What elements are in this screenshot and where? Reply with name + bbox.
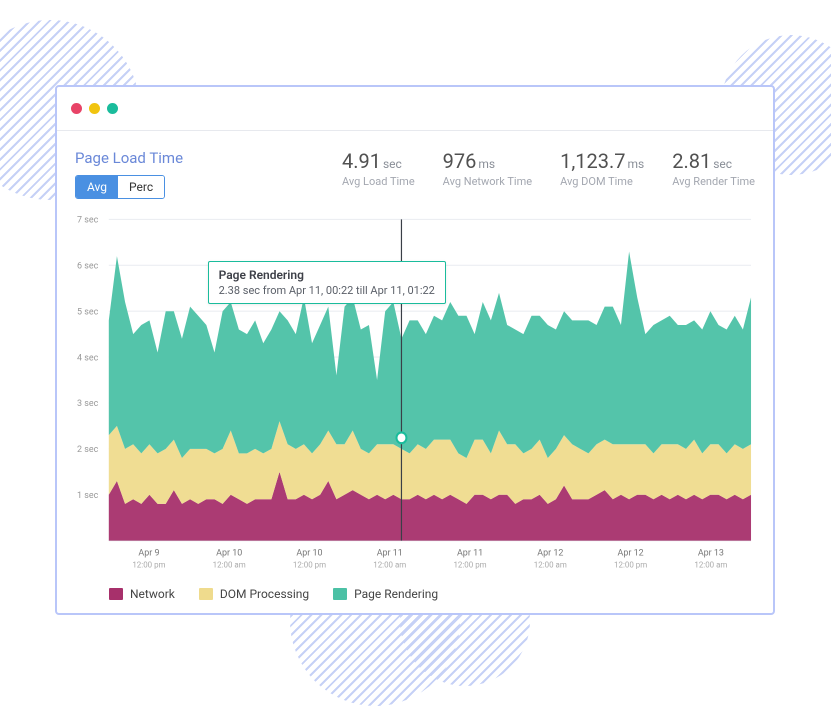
svg-text:12:00 pm: 12:00 pm bbox=[614, 560, 647, 570]
svg-text:6 sec: 6 sec bbox=[77, 260, 98, 271]
svg-text:Apr 13: Apr 13 bbox=[698, 547, 724, 558]
metric-render-time: 2.81sec Avg Render Time bbox=[672, 149, 755, 188]
chart-header: Page Load Time Avg Perc 4.91sec Avg Load… bbox=[75, 149, 755, 199]
chart-legend: Network DOM Processing Page Rendering bbox=[75, 587, 755, 601]
legend-swatch bbox=[199, 588, 213, 600]
metric-dom-time: 1,123.7ms Avg DOM Time bbox=[560, 149, 644, 188]
metrics-row: 4.91sec Avg Load Time 976ms Avg Network … bbox=[342, 149, 755, 188]
svg-text:12:00 am: 12:00 am bbox=[694, 560, 727, 570]
svg-text:Apr 12: Apr 12 bbox=[618, 547, 644, 558]
svg-text:Apr 12: Apr 12 bbox=[537, 547, 563, 558]
toggle-avg[interactable]: Avg bbox=[76, 176, 118, 198]
svg-text:Apr 11: Apr 11 bbox=[457, 547, 483, 558]
chart-tooltip: Page Rendering 2.38 sec from Apr 11, 00:… bbox=[208, 261, 446, 304]
tooltip-detail: 2.38 sec from Apr 11, 00:22 till Apr 11,… bbox=[219, 284, 435, 297]
avg-perc-toggle[interactable]: Avg Perc bbox=[75, 175, 165, 199]
svg-text:5 sec: 5 sec bbox=[77, 306, 98, 317]
svg-text:Apr 10: Apr 10 bbox=[296, 547, 322, 558]
svg-text:1 sec: 1 sec bbox=[77, 490, 98, 501]
svg-text:12:00 am: 12:00 am bbox=[373, 560, 406, 570]
legend-swatch bbox=[109, 588, 123, 600]
window-titlebar bbox=[57, 87, 773, 131]
svg-text:7 sec: 7 sec bbox=[77, 214, 98, 225]
svg-text:Apr 10: Apr 10 bbox=[216, 547, 242, 558]
legend-item-network[interactable]: Network bbox=[109, 587, 175, 601]
legend-item-dom[interactable]: DOM Processing bbox=[199, 587, 309, 601]
legend-swatch bbox=[333, 588, 347, 600]
svg-text:12:00 am: 12:00 am bbox=[534, 560, 567, 570]
svg-text:3 sec: 3 sec bbox=[77, 398, 98, 409]
page-title: Page Load Time bbox=[75, 149, 183, 167]
svg-text:12:00 pm: 12:00 pm bbox=[293, 560, 326, 570]
svg-text:Apr 11: Apr 11 bbox=[377, 547, 403, 558]
metric-network-time: 976ms Avg Network Time bbox=[443, 149, 532, 188]
app-window: Page Load Time Avg Perc 4.91sec Avg Load… bbox=[55, 85, 775, 615]
legend-item-page-rendering[interactable]: Page Rendering bbox=[333, 587, 438, 601]
minimize-icon[interactable] bbox=[89, 103, 100, 114]
svg-text:12:00 pm: 12:00 pm bbox=[132, 560, 165, 570]
svg-text:12:00 am: 12:00 am bbox=[213, 560, 246, 570]
svg-text:4 sec: 4 sec bbox=[77, 352, 98, 363]
metric-load-time: 4.91sec Avg Load Time bbox=[342, 149, 415, 188]
svg-text:2 sec: 2 sec bbox=[77, 444, 98, 455]
close-icon[interactable] bbox=[71, 103, 82, 114]
svg-text:Apr 9: Apr 9 bbox=[138, 547, 159, 558]
maximize-icon[interactable] bbox=[107, 103, 118, 114]
svg-text:12:00 pm: 12:00 pm bbox=[453, 560, 486, 570]
stacked-area-chart[interactable]: 1 sec 2 sec 3 sec 4 sec 5 sec 6 sec 7 sec Apr 9… bbox=[75, 213, 755, 577]
tooltip-title: Page Rendering bbox=[219, 268, 435, 282]
toggle-perc[interactable]: Perc bbox=[118, 176, 164, 198]
